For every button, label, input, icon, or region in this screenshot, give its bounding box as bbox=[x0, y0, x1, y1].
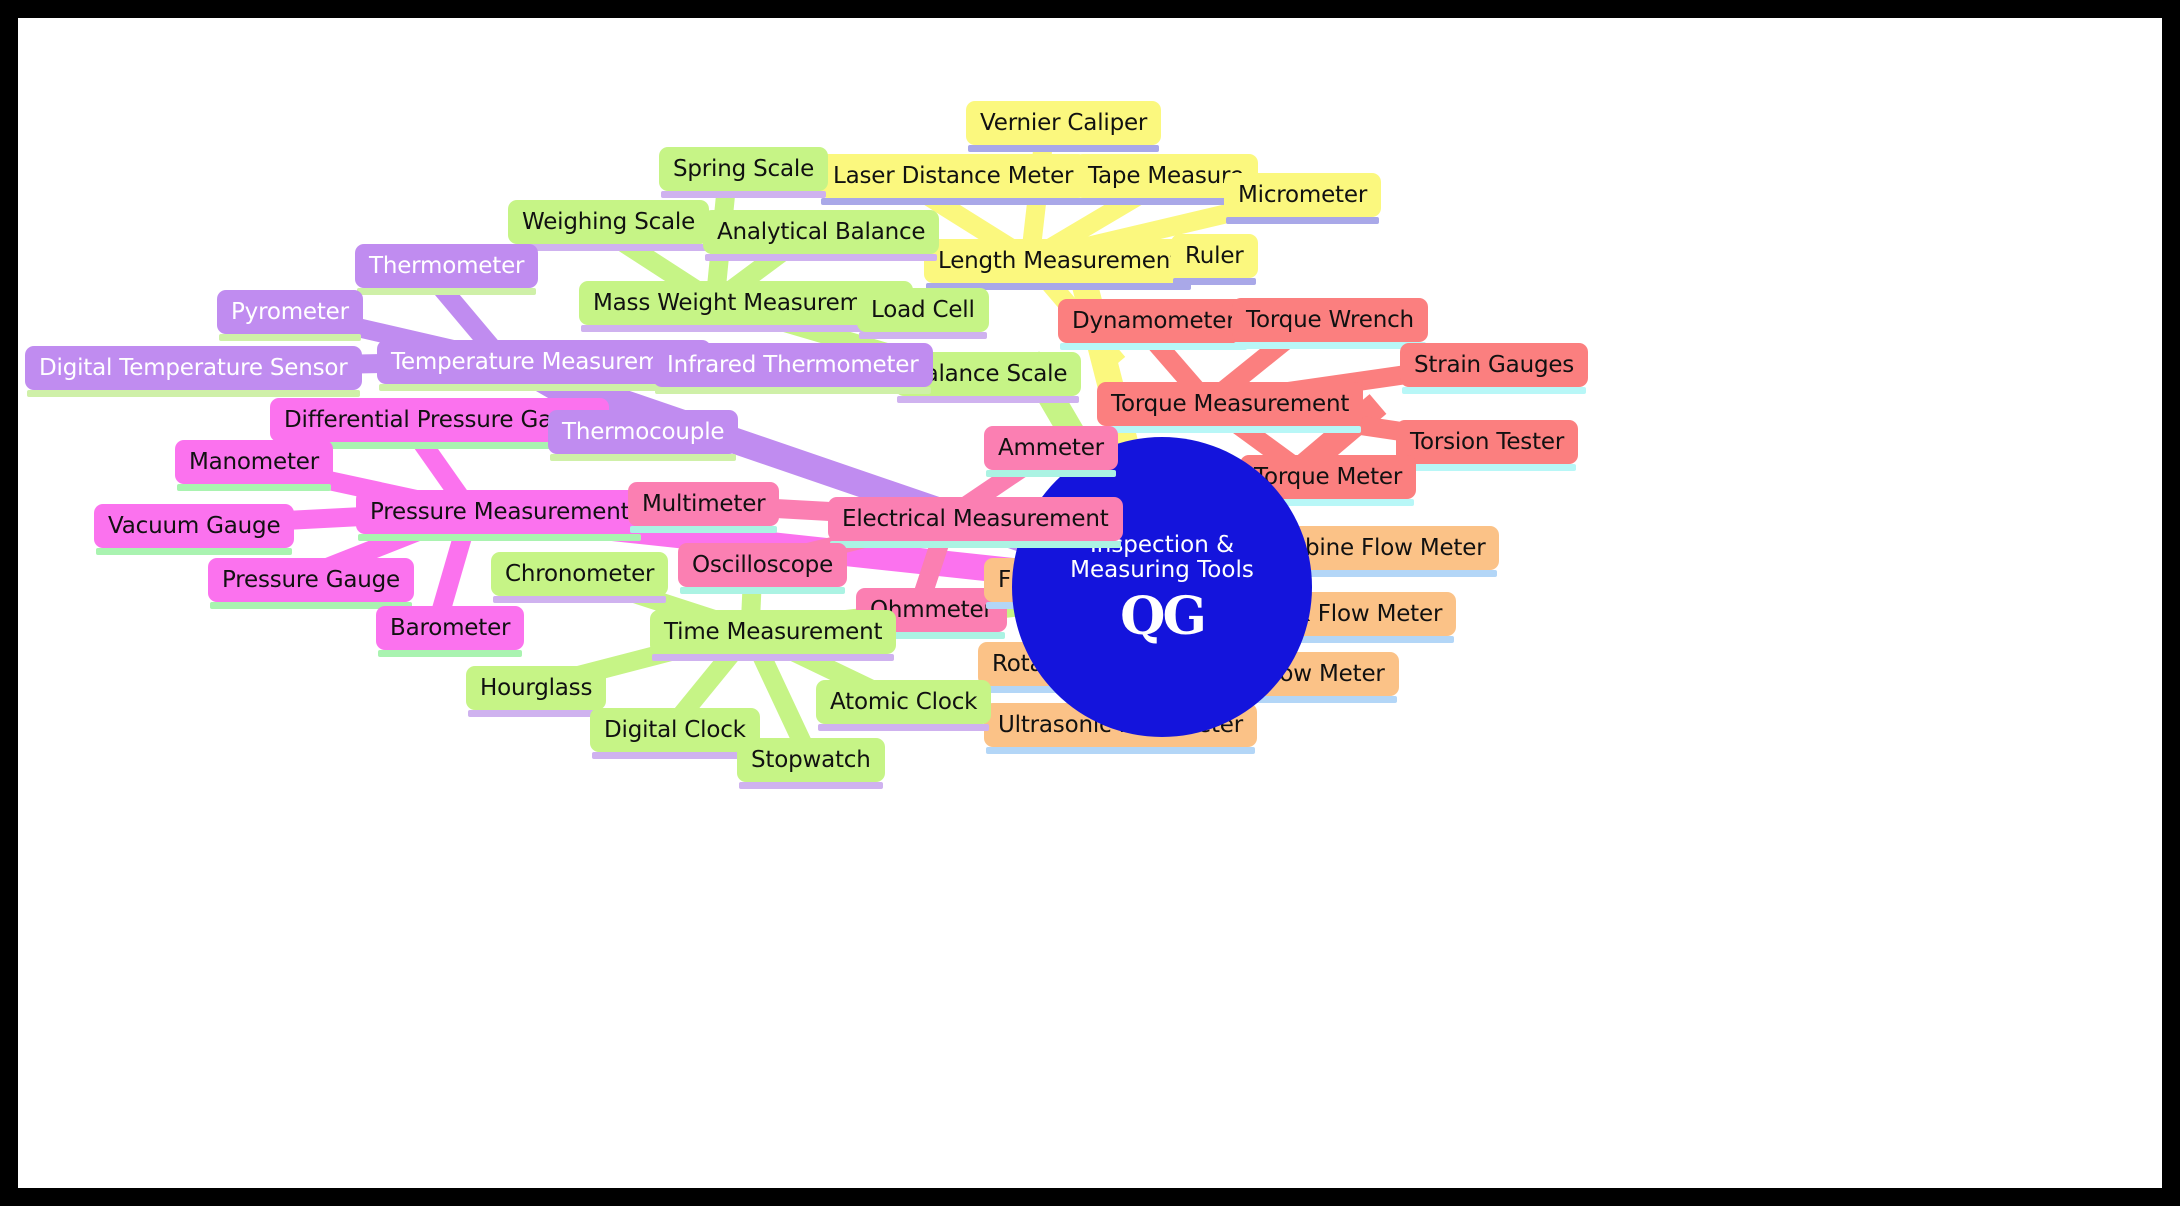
node-label: Barometer bbox=[390, 614, 511, 641]
node-ruler[interactable]: Ruler bbox=[1171, 234, 1258, 285]
node-label: Length Measurement bbox=[938, 247, 1179, 274]
node-label: Digital Temperature Sensor bbox=[39, 354, 348, 381]
node-vernier-caliper[interactable]: Vernier Caliper bbox=[966, 101, 1162, 152]
node-label: Ruler bbox=[1185, 242, 1244, 269]
node-thermometer[interactable]: Thermometer bbox=[355, 244, 539, 295]
node-label: Vernier Caliper bbox=[980, 109, 1148, 136]
node-label: Thermometer bbox=[369, 252, 525, 279]
node-torque-measurement[interactable]: Torque Measurement bbox=[1097, 382, 1364, 433]
node-label: Strain Gauges bbox=[1414, 351, 1575, 378]
node-label: Time Measurement bbox=[664, 618, 883, 645]
node-label: Electrical Measurement bbox=[842, 505, 1109, 532]
node-label: Pressure Gauge bbox=[222, 566, 400, 593]
node-spring-scale[interactable]: Spring Scale bbox=[659, 147, 829, 198]
mindmap-canvas: Length Measurement Vernier Caliper Laser… bbox=[0, 0, 2180, 1206]
node-micrometer[interactable]: Micrometer bbox=[1224, 173, 1382, 224]
node-infrared-thermometer[interactable]: Infrared Thermometer bbox=[653, 343, 933, 394]
node-label: Vacuum Gauge bbox=[108, 512, 281, 539]
node-label: Infrared Thermometer bbox=[667, 351, 919, 378]
node-label: Laser Distance Meter bbox=[833, 162, 1074, 189]
root-node-logo: QG bbox=[1120, 586, 1207, 648]
node-analytical-balance[interactable]: Analytical Balance bbox=[703, 210, 940, 261]
node-label: Torque Wrench bbox=[1246, 306, 1414, 333]
node-label: Spring Scale bbox=[673, 155, 815, 182]
node-thermocouple[interactable]: Thermocouple bbox=[548, 410, 739, 461]
root-node-inspection-measuring-tools[interactable]: Inspection & Measuring Tools QG bbox=[1012, 437, 1312, 737]
node-label: Oscilloscope bbox=[692, 551, 834, 578]
node-dynamometer[interactable]: Dynamometer bbox=[1058, 299, 1250, 350]
node-manometer[interactable]: Manometer bbox=[175, 440, 333, 491]
node-stopwatch[interactable]: Stopwatch bbox=[737, 738, 885, 789]
node-label: Stopwatch bbox=[751, 746, 871, 773]
node-label: Dynamometer bbox=[1072, 307, 1236, 334]
node-pyrometer[interactable]: Pyrometer bbox=[217, 290, 363, 341]
node-label: Tape Measure bbox=[1088, 162, 1244, 189]
node-torsion-tester[interactable]: Torsion Tester bbox=[1396, 420, 1579, 471]
node-label: Torque Meter bbox=[1254, 463, 1403, 490]
node-digital-temperature-sensor[interactable]: Digital Temperature Sensor bbox=[25, 346, 362, 397]
node-label: Digital Clock bbox=[604, 716, 746, 743]
node-oscilloscope[interactable]: Oscilloscope bbox=[678, 543, 848, 594]
node-label: Ammeter bbox=[998, 434, 1104, 461]
node-laser-distance-meter[interactable]: Laser Distance Meter bbox=[819, 154, 1088, 205]
node-label: Load Cell bbox=[871, 296, 975, 323]
node-ammeter[interactable]: Ammeter bbox=[984, 426, 1118, 477]
node-pressure-measurement[interactable]: Pressure Measurement bbox=[356, 490, 644, 541]
node-torque-wrench[interactable]: Torque Wrench bbox=[1232, 298, 1428, 349]
node-multimeter[interactable]: Multimeter bbox=[628, 482, 780, 533]
node-length-measurement[interactable]: Length Measurement bbox=[924, 239, 1193, 290]
node-hourglass[interactable]: Hourglass bbox=[466, 666, 607, 717]
mindmap-sheet: Length Measurement Vernier Caliper Laser… bbox=[18, 18, 2162, 1188]
node-chronometer[interactable]: Chronometer bbox=[491, 552, 669, 603]
node-label: Hourglass bbox=[480, 674, 593, 701]
node-label: Chronometer bbox=[505, 560, 655, 587]
node-vacuum-gauge[interactable]: Vacuum Gauge bbox=[94, 504, 295, 555]
node-label: Mass Weight Measurement bbox=[593, 289, 899, 316]
node-label: Analytical Balance bbox=[717, 218, 926, 245]
node-electrical-measurement[interactable]: Electrical Measurement bbox=[828, 497, 1123, 548]
node-load-cell[interactable]: Load Cell bbox=[857, 288, 989, 339]
node-label: Thermocouple bbox=[562, 418, 725, 445]
node-label: Manometer bbox=[189, 448, 319, 475]
node-time-measurement[interactable]: Time Measurement bbox=[650, 610, 897, 661]
node-label: Micrometer bbox=[1238, 181, 1368, 208]
node-label: Torsion Tester bbox=[1410, 428, 1565, 455]
node-label: Multimeter bbox=[642, 490, 766, 517]
node-digital-clock[interactable]: Digital Clock bbox=[590, 708, 760, 759]
node-label: Torque Measurement bbox=[1111, 390, 1350, 417]
node-weighing-scale[interactable]: Weighing Scale bbox=[508, 200, 710, 251]
node-pressure-gauge[interactable]: Pressure Gauge bbox=[208, 558, 414, 609]
node-label: Balance Scale bbox=[909, 360, 1068, 387]
node-label: Weighing Scale bbox=[522, 208, 696, 235]
node-atomic-clock[interactable]: Atomic Clock bbox=[816, 680, 992, 731]
node-label: Temperature Measurement bbox=[391, 348, 698, 375]
node-barometer[interactable]: Barometer bbox=[376, 606, 525, 657]
node-label: Pressure Measurement bbox=[370, 498, 630, 525]
node-label: Pyrometer bbox=[231, 298, 349, 325]
node-strain-gauges[interactable]: Strain Gauges bbox=[1400, 343, 1589, 394]
node-label: Atomic Clock bbox=[830, 688, 978, 715]
